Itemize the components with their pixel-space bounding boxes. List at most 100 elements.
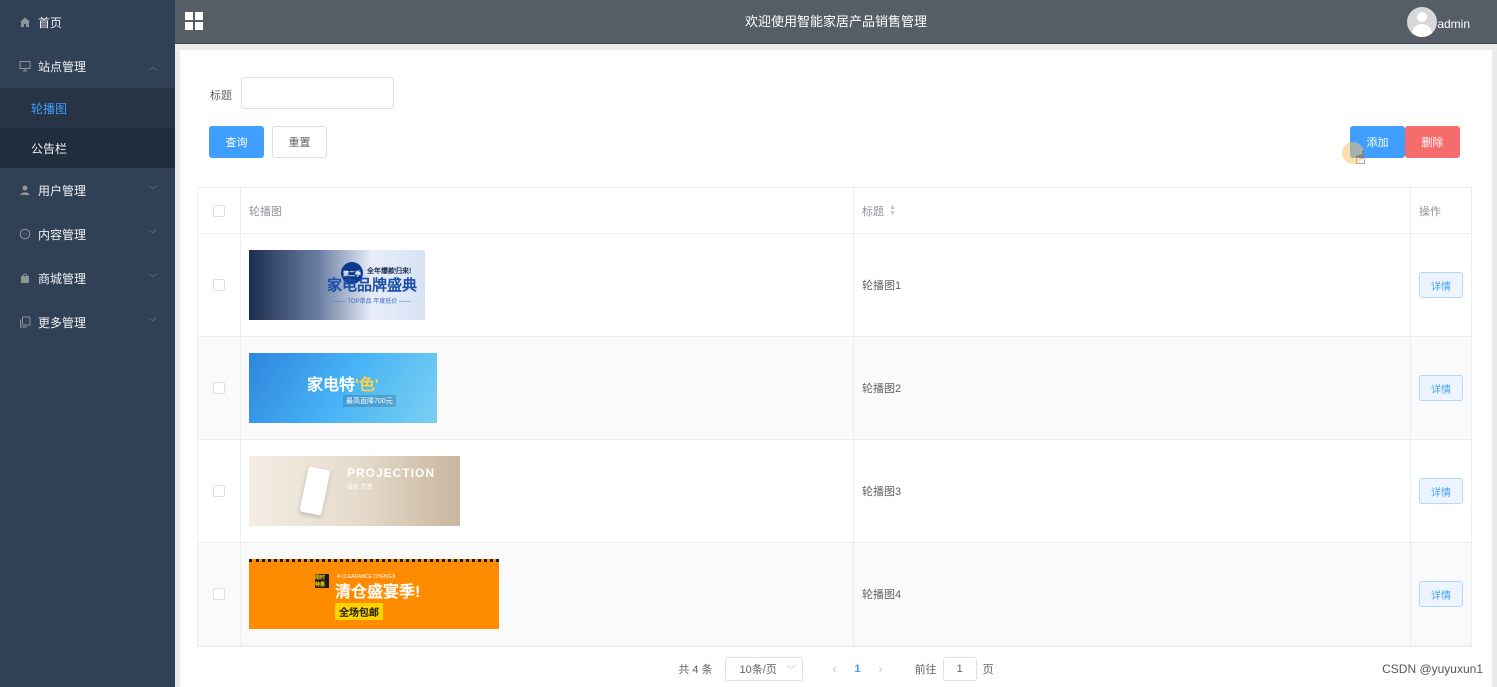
table-row: PROJECTION 投影 灵感 轮播图3 详情 — [198, 440, 1471, 543]
sidebar-item-content-management[interactable]: 内容管理 ﹀ — [0, 212, 175, 256]
row-checkbox[interactable] — [213, 382, 225, 394]
sidebar-item-label: 站点管理 — [38, 59, 87, 74]
table-row: 家电特'色' 最高直降700元 轮播图2 详情 — [198, 337, 1471, 440]
app-title: 欢迎使用智能家居产品销售管理 — [744, 14, 927, 29]
banner-device-shape — [299, 466, 331, 516]
sidebar-item-label: 更多管理 — [38, 315, 87, 330]
header-checkbox-cell — [198, 188, 241, 233]
detail-button[interactable]: 详情 — [1419, 478, 1463, 504]
search-title-label: 标题 — [210, 90, 232, 102]
search-title-input[interactable] — [241, 77, 394, 109]
image-cell: 家电特'色' 最高直降700元 — [241, 337, 854, 439]
banner-headline: 家电特'色' — [307, 371, 379, 395]
next-page-icon[interactable]: › — [879, 662, 883, 676]
sidebar-item-label: 首页 — [38, 15, 63, 30]
table-row: 第二季 全年爆款归来! 家电品牌盛典 —— TOP单品 年度低价 —— 轮播图1… — [198, 234, 1471, 337]
watermark: CSDN @yuyuxun1 — [1382, 662, 1483, 676]
sidebar-item-more-management[interactable]: 更多管理 ﹀ — [0, 300, 175, 344]
banner-image-projection: PROJECTION 投影 灵感 — [249, 456, 460, 526]
avatar[interactable] — [1407, 7, 1437, 37]
row-checkbox-cell — [198, 543, 241, 645]
header-actions: 操作 — [1419, 205, 1441, 218]
title-cell: 轮播图2 — [854, 337, 1411, 439]
actions-cell: 详情 — [1411, 337, 1471, 439]
detail-button[interactable]: 详情 — [1419, 375, 1463, 401]
banner-subline: 最高直降700元 — [343, 395, 396, 407]
sidebar-item-site-management[interactable]: 站点管理 ︿ — [0, 44, 175, 88]
image-cell: 限时特惠 A CLEARANCE CHENGJI 清仓盛宴季! 全场包邮 — [241, 543, 854, 645]
sort-icon[interactable]: ▲ ▼ — [889, 204, 896, 217]
chevron-down-icon: ﹀ — [147, 317, 157, 328]
chat-icon — [18, 227, 32, 241]
table-row: 限时特惠 A CLEARANCE CHENGJI 清仓盛宴季! 全场包邮 轮播图… — [198, 543, 1471, 646]
detail-button[interactable]: 详情 — [1419, 581, 1463, 607]
page-unit-label: 页 — [982, 664, 994, 676]
banner-tag: 限时特惠 — [315, 574, 329, 588]
chevron-down-icon: ﹀ — [147, 229, 157, 240]
pagination: 共 4 条 10条/页 ﹀ ‹ 1 › 前往 1 页 — [180, 656, 1492, 682]
sidebar-item-label: 商城管理 — [38, 271, 87, 286]
row-checkbox-cell — [198, 337, 241, 439]
title-cell: 轮播图1 — [854, 234, 1411, 336]
user-icon — [18, 183, 32, 197]
pagination-total: 共 4 条 — [678, 664, 713, 676]
row-checkbox[interactable] — [213, 279, 225, 291]
shop-icon — [18, 271, 32, 285]
page-number[interactable]: 1 — [855, 663, 861, 675]
chevron-up-icon: ︿ — [147, 61, 157, 72]
sidebar-item-user-management[interactable]: 用户管理 ﹀ — [0, 168, 175, 212]
sidebar-item-home[interactable]: 首页 — [0, 0, 175, 44]
page-edge — [1492, 44, 1497, 687]
copy-icon — [18, 315, 32, 329]
sidebar-subitem-carousel[interactable]: 轮播图 — [0, 88, 175, 128]
sidebar-item-label: 内容管理 — [38, 227, 87, 242]
banner-headline: 清仓盛宴季! — [335, 584, 421, 601]
chevron-down-icon: ﹀ — [147, 185, 157, 196]
actions-cell: 详情 — [1411, 234, 1471, 336]
banner-headline: PROJECTION — [347, 466, 436, 480]
goto-label: 前往 — [914, 664, 937, 676]
sidebar-item-shop-management[interactable]: 商城管理 ﹀ — [0, 256, 175, 300]
sidebar-subitem-label: 公告栏 — [31, 141, 68, 156]
banner-image-special-appliances: 家电特'色' 最高直降700元 — [249, 353, 437, 423]
banner-subline: 全场包邮 — [335, 603, 383, 620]
detail-button[interactable]: 详情 — [1419, 272, 1463, 298]
row-checkbox-cell — [198, 440, 241, 542]
sidebar: 首页 站点管理 ︿ 轮播图 公告栏 用户管理 ﹀ 内容管理 ﹀ 商城管理 ﹀ 更… — [0, 0, 175, 687]
monitor-icon — [18, 59, 32, 73]
select-all-checkbox[interactable] — [213, 204, 225, 217]
row-checkbox[interactable] — [213, 588, 225, 600]
query-button[interactable]: 查询 — [209, 126, 264, 158]
delete-button[interactable]: 删除 — [1405, 126, 1460, 158]
title-cell: 轮播图4 — [854, 543, 1411, 645]
header-title-cell[interactable]: 标题 ▲ ▼ — [854, 188, 1411, 233]
banner-image-clearance: 限时特惠 A CLEARANCE CHENGJI 清仓盛宴季! 全场包邮 — [249, 559, 499, 629]
header-image: 轮播图 — [241, 188, 854, 233]
row-checkbox[interactable] — [213, 485, 225, 497]
chevron-down-icon: ﹀ — [786, 664, 796, 675]
username[interactable]: admin — [1437, 0, 1470, 48]
page-size-select[interactable]: 10条/页 ﹀ — [724, 657, 803, 681]
actions-cell: 详情 — [1411, 543, 1471, 645]
top-header: 欢迎使用智能家居产品销售管理 admin — [175, 0, 1497, 44]
home-icon — [18, 15, 32, 29]
banner-image-appliance-festival: 第二季 全年爆款归来! 家电品牌盛典 —— TOP单品 年度低价 —— — [249, 250, 425, 320]
table-header-row: 轮播图 标题 ▲ ▼ 操作 — [198, 188, 1471, 234]
sidebar-subitem-label: 轮播图 — [31, 101, 68, 116]
banner-headline-main: 家电特 — [307, 377, 356, 394]
reset-button[interactable]: 重置 — [272, 126, 327, 158]
banner-headline-accent: '色' — [355, 377, 379, 394]
banner-subline: —— TOP单品 年度低价 —— — [333, 299, 411, 305]
page-size-value: 10条/页 — [739, 664, 777, 676]
actions-cell: 详情 — [1411, 440, 1471, 542]
goto-page-input[interactable]: 1 — [942, 657, 977, 681]
row-checkbox-cell — [198, 234, 241, 336]
title-cell: 轮播图3 — [854, 440, 1411, 542]
header-title: 标题 — [862, 205, 884, 218]
carousel-table: 轮播图 标题 ▲ ▼ 操作 第二季 全年爆款归来! 家电品牌盛典 —— TOP单品… — [197, 187, 1472, 647]
image-cell: PROJECTION 投影 灵感 — [241, 440, 854, 542]
sidebar-subitem-notice-board[interactable]: 公告栏 — [0, 128, 175, 168]
prev-page-icon[interactable]: ‹ — [833, 662, 837, 676]
image-cell: 第二季 全年爆款归来! 家电品牌盛典 —— TOP单品 年度低价 —— — [241, 234, 854, 336]
banner-headline: 家电品牌盛典 — [326, 277, 417, 294]
